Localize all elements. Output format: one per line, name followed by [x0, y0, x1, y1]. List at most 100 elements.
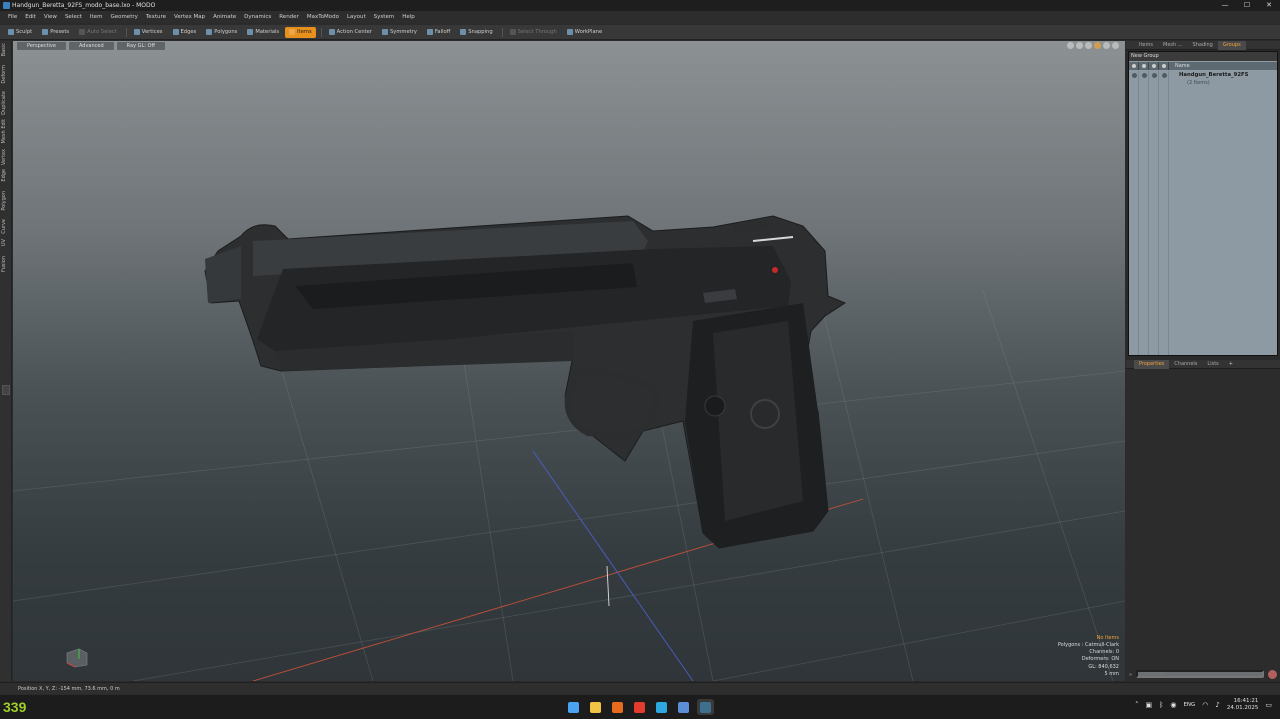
menu-texture[interactable]: Texture — [142, 11, 170, 23]
polygons-button[interactable]: Polygons — [202, 27, 241, 38]
tray-app-icon-2[interactable]: ◉ — [1170, 701, 1176, 709]
render-toggle-icon[interactable] — [1142, 73, 1147, 78]
viewport-expand-icon[interactable] — [1112, 42, 1119, 49]
left-tab-mesh-edit[interactable]: Mesh Edit — [1, 119, 11, 143]
clock[interactable]: 16:41:21 24.01.2025 — [1227, 698, 1259, 712]
start-icon[interactable] — [565, 699, 582, 715]
app-3-icon[interactable] — [675, 699, 692, 715]
notification-icon[interactable]: ▭ — [1265, 701, 1272, 709]
viewport-settings-icon[interactable] — [1103, 42, 1110, 49]
left-tab-deform[interactable]: Deform — [1, 65, 11, 84]
menu-geometry[interactable]: Geometry — [106, 11, 141, 23]
falloff-button[interactable]: Falloff — [423, 27, 454, 38]
items-button[interactable]: Items — [285, 26, 316, 38]
action-center-button[interactable]: Action Center — [325, 27, 376, 38]
select-through-icon — [509, 29, 516, 35]
ray-gl-button[interactable]: Ray GL: Off — [116, 42, 165, 50]
viewport-options-icon[interactable] — [1094, 42, 1101, 49]
view-type-button[interactable]: Perspective — [17, 42, 66, 50]
menu-layout[interactable]: Layout — [343, 11, 370, 23]
menu-help[interactable]: Help — [398, 11, 419, 23]
language-indicator[interactable]: ENG — [1183, 702, 1195, 708]
menu-maxtomodo[interactable]: MaxToModo — [303, 11, 343, 23]
render-column-icon[interactable] — [1139, 62, 1149, 70]
toolbar-label: Edges — [180, 29, 197, 35]
tab-shading[interactable]: Shading — [1188, 41, 1218, 50]
vertices-button[interactable]: Vertices — [130, 27, 167, 38]
zoom-view-icon[interactable] — [1085, 42, 1092, 49]
menu-edit[interactable]: Edit — [21, 11, 40, 23]
minimize-button[interactable]: — — [1214, 0, 1236, 11]
file-explorer-icon[interactable] — [587, 699, 604, 715]
tab-groups[interactable]: Groups — [1217, 40, 1246, 50]
menu-view[interactable]: View — [40, 11, 61, 23]
move-view-icon[interactable] — [1067, 42, 1074, 49]
shading-mode-button[interactable]: Advanced — [68, 42, 114, 50]
tab-items[interactable]: Items — [1134, 41, 1158, 50]
symmetry-button[interactable]: Symmetry — [378, 27, 421, 38]
tab-lists[interactable]: Lists — [1202, 360, 1223, 369]
left-tab-duplicate[interactable]: Duplicate — [1, 91, 11, 115]
select-column-icon[interactable] — [1159, 62, 1169, 70]
panel-grip-handle[interactable] — [2, 385, 10, 395]
menu-render[interactable]: Render — [275, 11, 303, 23]
menu-vertex-map[interactable]: Vertex Map — [170, 11, 209, 23]
close-button[interactable]: ✕ — [1258, 0, 1280, 11]
left-tab-edge[interactable]: Edge — [1, 169, 11, 182]
name-column-header: Name — [1175, 63, 1190, 69]
left-tab-fusion[interactable]: Fusion — [1, 256, 11, 272]
snapping-button[interactable]: Snapping — [456, 27, 496, 38]
menu-dynamics[interactable]: Dynamics — [240, 11, 275, 23]
scene-view[interactable] — [13, 41, 1125, 681]
wifi-icon[interactable]: ◠ — [1202, 701, 1208, 709]
browser-icon[interactable] — [609, 699, 626, 715]
toolbar-label: Polygons — [214, 29, 238, 35]
modo-icon[interactable] — [697, 699, 714, 715]
command-history-icon[interactable]: » — [1129, 672, 1132, 678]
select-toggle-icon[interactable] — [1162, 73, 1167, 78]
maximize-button[interactable]: ☐ — [1236, 0, 1258, 11]
tab-channels[interactable]: Channels — [1169, 360, 1202, 369]
menu-select[interactable]: Select — [61, 11, 86, 23]
select-through-button[interactable]: Select Through — [506, 27, 561, 38]
left-tab-basic[interactable]: Basic — [1, 43, 11, 56]
bluetooth-icon[interactable]: ᛒ — [1159, 701, 1163, 709]
menu-item[interactable]: Item — [86, 11, 107, 23]
telegram-icon[interactable] — [653, 699, 670, 715]
command-record-icon[interactable] — [1268, 670, 1277, 679]
materials-button[interactable]: Materials — [243, 27, 283, 38]
tab-properties[interactable]: Properties — [1134, 359, 1170, 369]
add-tab-button[interactable]: + — [1224, 360, 1238, 369]
window-title: Handgun_Beretta_92FS_modo_base.lxo - MOD… — [12, 2, 156, 9]
pistol-model[interactable] — [204, 215, 847, 549]
menu-file[interactable]: File — [4, 11, 21, 23]
command-input[interactable] — [1136, 670, 1264, 678]
yandex-icon[interactable] — [631, 699, 648, 715]
left-tab-polygon[interactable]: Polygon — [1, 191, 11, 211]
menu-animate[interactable]: Animate — [209, 11, 240, 23]
tab-mesh[interactable]: Mesh ... — [1158, 41, 1188, 50]
group-row[interactable]: Handgun_Beretta_92FS — [1179, 72, 1248, 78]
3d-viewport[interactable]: Perspective Advanced Ray GL: Off No Item… — [13, 41, 1125, 681]
toolbar-label: Action Center — [336, 29, 373, 35]
left-tab-vertex[interactable]: Vertex — [1, 149, 11, 165]
lock-toggle-icon[interactable] — [1152, 73, 1157, 78]
sculpt-button[interactable]: Sculpt — [4, 27, 36, 38]
tray-overflow-icon[interactable]: ˄ — [1135, 701, 1139, 709]
lock-column-icon[interactable] — [1149, 62, 1159, 70]
info-line: Deformers: ON — [1081, 656, 1119, 663]
edges-button[interactable]: Edges — [169, 27, 201, 38]
visibility-column-icon[interactable] — [1129, 62, 1139, 70]
left-tab-curve[interactable]: Curve — [1, 219, 11, 234]
visibility-eye-icon[interactable] — [1132, 73, 1137, 78]
auto-select-button[interactable]: Auto Select — [75, 27, 121, 38]
presets-button[interactable]: Presets — [38, 27, 73, 38]
menu-system[interactable]: System — [370, 11, 399, 23]
new-group-button[interactable]: New Group — [1129, 52, 1277, 61]
info-line: 5 mm — [1104, 670, 1119, 677]
workplane-button[interactable]: WorkPlane — [563, 27, 606, 38]
left-tab-uv[interactable]: UV — [1, 239, 11, 246]
volume-icon[interactable]: ♪ — [1215, 701, 1219, 709]
tray-app-icon[interactable]: ▣ — [1146, 701, 1153, 709]
rotate-view-icon[interactable] — [1076, 42, 1083, 49]
